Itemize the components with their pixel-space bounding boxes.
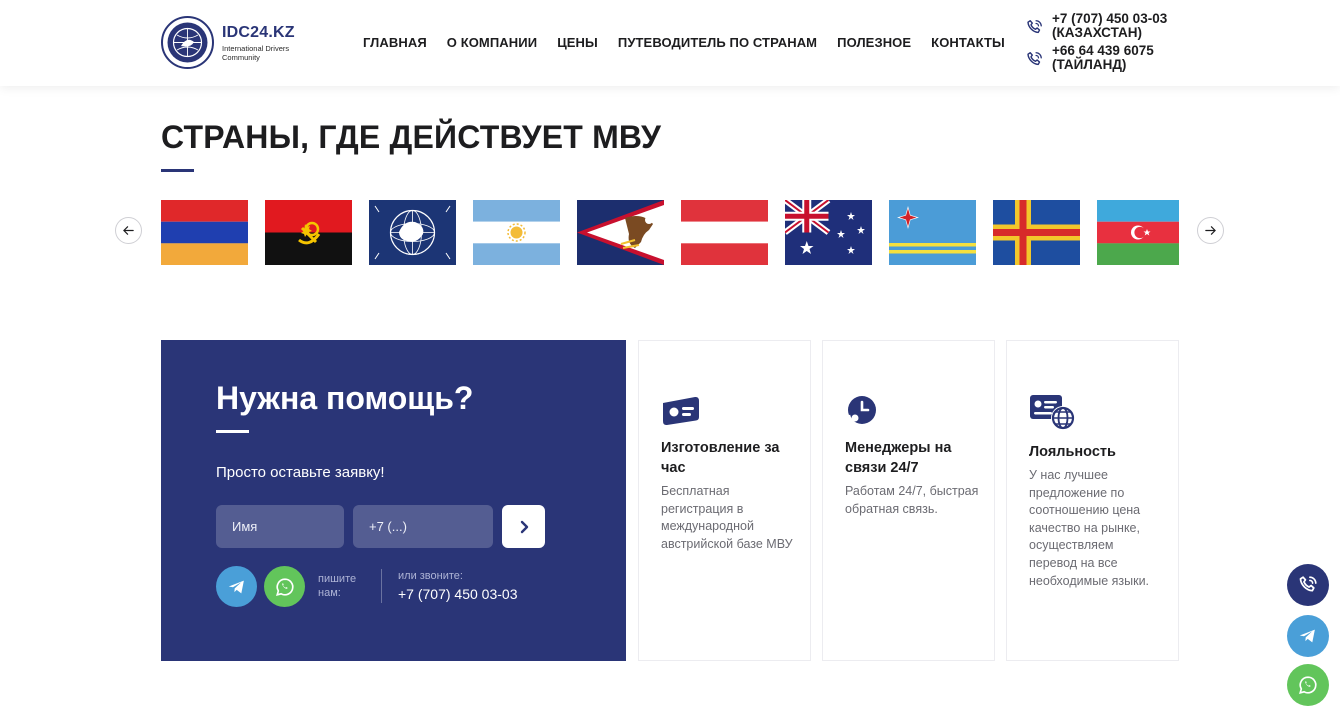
whatsapp-button[interactable] [264, 566, 305, 607]
angola-flag-icon[interactable] [265, 200, 352, 265]
azerbaijan-flag-icon[interactable] [1097, 200, 1179, 265]
austria-flag-icon[interactable] [681, 200, 768, 265]
australia-flag-icon[interactable] [785, 200, 872, 265]
feature-text: Бесплатная регистрация в международной а… [661, 484, 793, 551]
feature-title: Лояльность [1029, 444, 1116, 460]
contact-divider [381, 569, 382, 603]
phone-country: (КАЗАХСТАН) [1052, 25, 1142, 40]
phone-thailand[interactable]: +66 64 439 6075 (ТАЙЛАНД) [1025, 44, 1167, 72]
argentina-flag-icon[interactable] [473, 200, 560, 265]
float-whatsapp-button[interactable] [1287, 664, 1329, 706]
help-title-underline [216, 430, 249, 433]
antarctica-flag-icon[interactable] [369, 200, 456, 265]
telegram-icon [1299, 629, 1315, 643]
phone-number: +7 (707) 450 03-03 [1052, 11, 1168, 26]
logo-emblem-icon [161, 16, 214, 69]
phone-icon [1027, 20, 1042, 34]
help-form-block: Нужна помощь? Просто оставьте заявку! пи… [161, 340, 626, 661]
phone-input[interactable] [353, 505, 493, 548]
nav-link-about[interactable]: О КОМПАНИИ [447, 35, 537, 50]
feature-text: У нас лучшее предложение по соотношению … [1029, 468, 1150, 588]
submit-button[interactable] [502, 505, 545, 548]
telegram-button[interactable] [216, 566, 257, 607]
call-us-label: или звоните: [398, 570, 463, 582]
logo-title: IDC24.KZ [222, 23, 295, 41]
logo-subtitle: International Drivers Community [222, 43, 290, 62]
help-subtitle: Просто оставьте заявку! [216, 464, 385, 481]
arrow-right-icon [1205, 226, 1216, 235]
chevron-right-icon [520, 520, 528, 533]
feature-text: Работам 24/7, быстрая обратная связь. [845, 484, 979, 516]
nav-link-prices[interactable]: ЦЕНЫ [557, 35, 598, 50]
logo[interactable]: IDC24.KZ International Drivers Community [161, 16, 302, 69]
phone-icon [1027, 52, 1042, 66]
feature-title: Менеджеры на связи 24/7 [845, 440, 952, 476]
nav-link-contacts[interactable]: КОНТАКТЫ [931, 35, 1005, 50]
float-call-button[interactable] [1287, 564, 1329, 606]
clock-phone-icon [847, 396, 876, 427]
feature-card-fast: Изготовление за час Бесплатная регистрац… [638, 340, 811, 661]
arrow-left-icon [123, 226, 134, 235]
feature-card-loyalty: Лояльность У нас лучшее предложение по с… [1006, 340, 1179, 661]
help-title: Нужна помощь? [216, 380, 474, 416]
nav-link-home[interactable]: ГЛАВНАЯ [363, 35, 427, 50]
feature-title: Изготовление за час [661, 440, 780, 476]
feature-card-managers: Менеджеры на связи 24/7 Работам 24/7, бы… [822, 340, 995, 661]
call-number-link[interactable]: +7 (707) 450 03-03 [398, 586, 517, 602]
name-input[interactable] [216, 505, 344, 548]
main-nav: ГЛАВНАЯ О КОМПАНИИ ЦЕНЫ ПУТЕВОДИТЕЛЬ ПО … [363, 35, 1005, 50]
float-telegram-button[interactable] [1287, 615, 1329, 657]
aland-flag-icon[interactable] [993, 200, 1080, 265]
nav-link-useful[interactable]: ПОЛЕЗНОЕ [837, 35, 911, 50]
flags-carousel [161, 200, 1179, 265]
whatsapp-icon [1299, 676, 1317, 694]
phone-kazakhstan[interactable]: +7 (707) 450 03-03 (КАЗАХСТАН) [1025, 12, 1167, 40]
telegram-icon [228, 580, 244, 593]
document-globe-icon [1030, 395, 1075, 430]
whatsapp-icon [275, 577, 294, 596]
header-phones: +7 (707) 450 03-03 (КАЗАХСТАН) +66 64 43… [1025, 12, 1167, 72]
nav-link-country-guide[interactable]: ПУТЕВОДИТЕЛЬ ПО СТРАНАМ [618, 35, 817, 50]
american-samoa-flag-icon[interactable] [577, 200, 664, 265]
phone-icon [1299, 576, 1317, 592]
phone-number: +66 64 439 6075 [1052, 43, 1154, 58]
aruba-flag-icon[interactable] [889, 200, 976, 265]
id-card-icon [663, 396, 699, 426]
armenia-flag-icon[interactable] [161, 200, 248, 265]
write-us-label: пишите нам: [318, 573, 357, 599]
site-header: IDC24.KZ International Drivers Community… [0, 0, 1340, 86]
countries-title: СТРАНЫ, ГДЕ ДЕЙСТВУЕТ МВУ [161, 119, 662, 155]
title-underline [161, 169, 194, 172]
carousel-next-button[interactable] [1197, 217, 1224, 244]
phone-country: (ТАЙЛАНД) [1052, 57, 1127, 72]
carousel-prev-button[interactable] [115, 217, 142, 244]
